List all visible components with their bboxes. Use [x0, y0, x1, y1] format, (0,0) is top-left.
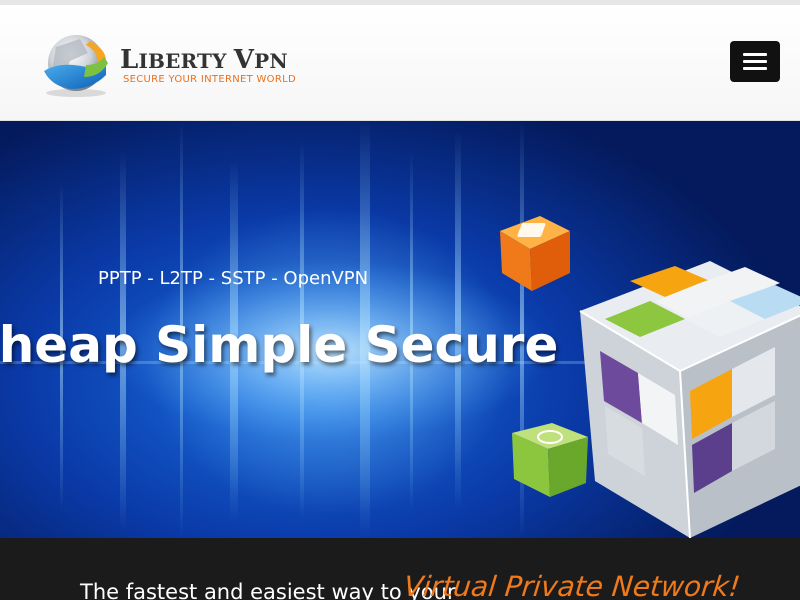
- logo-title-initial: L: [120, 45, 139, 75]
- site-logo[interactable]: LIBERTY VPN SECURE YOUR INTERNET WORLD: [40, 31, 296, 101]
- logo-title: LIBERTY VPN: [120, 45, 288, 75]
- hero-banner: PPTP - L2TP - SSTP - OpenVPN Cheap Simpl…: [0, 121, 800, 538]
- 3d-cube-illustration: [500, 216, 800, 538]
- globe-icon: [44, 35, 108, 97]
- big-rubiks-cube: [579, 261, 800, 538]
- logo-title-part: IBERTY: [138, 49, 234, 73]
- protocols-text: PPTP - L2TP - SSTP - OpenVPN: [98, 268, 369, 289]
- site-header: LIBERTY VPN SECURE YOUR INTERNET WORLD: [0, 5, 800, 121]
- banner-accent-text: Virtual Private Network!: [402, 570, 742, 600]
- logo-title-end: PN: [254, 49, 288, 73]
- promo-banner: The fastest and easiest way to your Virt…: [0, 538, 800, 600]
- banner-lead-text: The fastest and easiest way to your: [80, 580, 456, 600]
- orange-tv-cube-icon: [500, 216, 570, 291]
- logo-subtitle: SECURE YOUR INTERNET WORLD: [123, 74, 296, 85]
- logo-title-initial-v: V: [233, 45, 255, 75]
- menu-toggle-button[interactable]: [730, 41, 780, 82]
- green-phone-cube-icon: [512, 423, 588, 497]
